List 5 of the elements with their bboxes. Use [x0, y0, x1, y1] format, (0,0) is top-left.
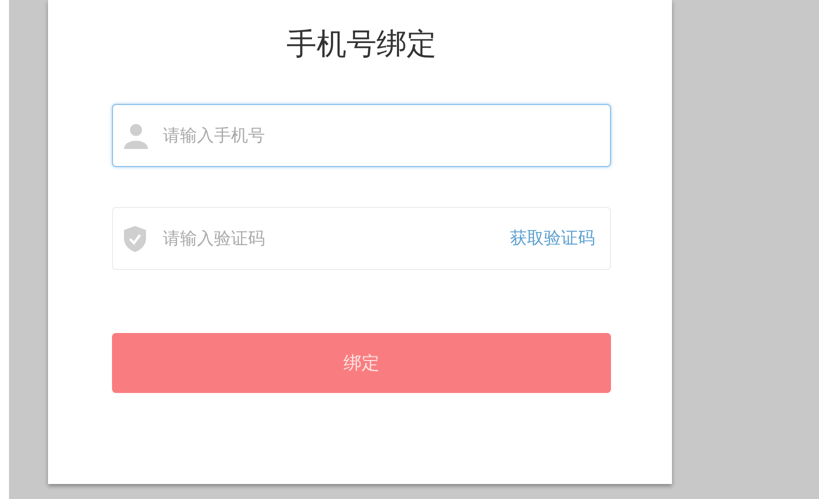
get-code-link[interactable]: 获取验证码: [510, 226, 595, 252]
user-icon: [124, 122, 148, 148]
input-field[interactable]: 请输入手机号: [112, 104, 611, 167]
page-title: 手机号绑定: [286, 26, 438, 64]
shield-check-icon: [124, 226, 146, 252]
